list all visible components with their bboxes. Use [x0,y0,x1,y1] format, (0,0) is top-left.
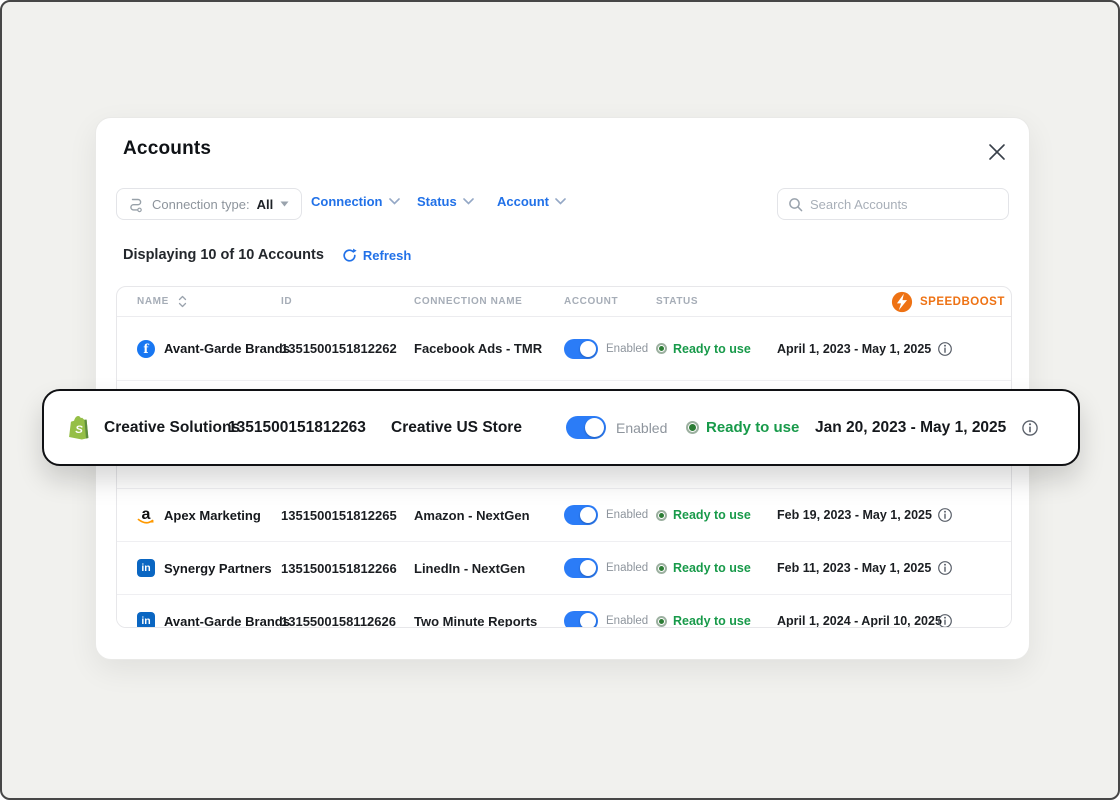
enabled-toggle[interactable] [566,416,606,439]
status-dot-icon [686,421,699,434]
toggle-knob [580,507,596,523]
toggle-knob [580,340,596,357]
toggle-label: Enabled [606,562,649,574]
account-id: 1315500158112626 [281,613,396,628]
table-row[interactable]: a Apex Marketing 1351500151812265 Amazon… [117,489,1011,542]
toggle-label: Enabled [606,615,649,627]
search-input[interactable] [810,196,998,212]
info-icon[interactable] [937,507,953,523]
refresh-icon [343,248,357,262]
caret-down-icon [280,201,289,207]
connection-name: Creative US Store [391,418,522,436]
shopify-icon: S [68,414,93,441]
speedboost-bolt-icon [891,291,913,312]
results-count: Displaying 10 of 10 Accounts [123,247,324,263]
account-id: 1351500151812265 [281,507,397,523]
date-range: April 1, 2023 - May 1, 2025 [777,341,932,356]
status-dot-icon [656,615,667,627]
search-icon [789,197,803,211]
date-range: Feb 19, 2023 - May 1, 2025 [777,508,932,522]
status-text: Ready to use [673,614,751,628]
refresh-button[interactable]: Refresh [342,248,411,263]
status-text: Ready to use [706,419,800,436]
connection-name: Two Minute Reports [414,613,538,628]
sort-icon[interactable] [178,295,187,308]
status-dropdown[interactable]: Status [417,194,474,209]
info-icon[interactable] [937,613,953,628]
toggle-knob [585,418,604,437]
account-name: Apex Marketing [164,507,261,523]
table-row[interactable]: in Avant-Garde Brands 1315500158112626 T… [117,595,1011,628]
linkedin-icon: in [137,559,155,577]
status-dot-icon [656,562,667,574]
chevron-down-icon [388,198,400,205]
account-name: Avant-Garde Brands [164,613,290,628]
status-dot-icon [656,343,667,354]
refresh-label: Refresh [362,247,412,263]
account-id: 1351500151812263 [228,418,366,436]
account-name: Creative Solutions [104,418,241,436]
magnified-row-callout[interactable]: S Creative Solutions 1351500151812263 Cr… [42,389,1080,466]
connection-dropdown[interactable]: Connection [311,194,400,209]
connection-dropdown-label: Connection [311,194,383,209]
date-range: April 1, 2024 - April 10, 2025 [777,614,942,628]
status-text: Ready to use [673,341,751,356]
info-icon[interactable] [937,341,953,357]
connection-type-filter[interactable]: Connection type: All [116,188,303,220]
account-dropdown-label: Account [497,194,549,209]
account-id: 1351500151812262 [281,341,397,356]
header-status: STATUS [656,296,699,307]
toggle-label: Enabled [606,509,649,521]
enabled-toggle[interactable] [564,611,598,627]
connection-type-value: All [256,196,274,212]
enabled-toggle[interactable] [564,558,598,578]
connection-type-icon [129,196,145,213]
account-name: Synergy Partners [164,560,272,576]
enabled-toggle[interactable] [564,505,598,525]
chevron-down-icon [555,198,566,205]
speedboost-logo: SPEEDBOOST [891,291,1005,313]
desktop-background: Accounts Connection type: All Connection… [0,0,1120,800]
speedboost-wordmark: SPEEDBOOST [920,295,1005,308]
results-summary: Displaying 10 of 10 Accounts Refresh [123,247,411,263]
status-dropdown-label: Status [417,194,457,209]
date-range: Feb 11, 2023 - May 1, 2025 [777,561,932,575]
header-id: ID [281,296,293,307]
header-name[interactable]: NAME [117,295,281,308]
account-dropdown[interactable]: Account [497,194,566,209]
enabled-toggle[interactable] [564,338,598,359]
toggle-label: Enabled [616,419,668,436]
table-row[interactable]: in Synergy Partners 1351500151812266 Lin… [117,542,1011,595]
info-icon[interactable] [1021,419,1039,437]
header-account: ACCOUNT [564,296,619,307]
status-text: Ready to use [673,561,751,575]
connection-name: Amazon - NextGen [414,507,530,523]
toggle-knob [580,560,596,576]
connection-type-label: Connection type: [152,196,250,212]
connection-name: Facebook Ads - TMR [414,341,543,356]
table-header-row: NAME ID CONNECTION NAME ACCOUNT STATUS S… [117,287,1011,317]
page-title: Accounts [123,138,212,159]
amazon-icon: a [137,505,155,525]
table-row[interactable]: f Avant-Garde Brands 1351500151812262 Fa… [117,317,1011,381]
close-icon[interactable] [987,142,1007,162]
svg-text:S: S [75,424,83,436]
header-connection-name: CONNECTION NAME [414,296,523,307]
chevron-down-icon [462,198,474,205]
search-box [777,188,1009,220]
facebook-icon: f [137,339,155,358]
date-range: Jan 20, 2023 - May 1, 2025 [815,418,1007,436]
toggle-label: Enabled [606,342,649,355]
status-text: Ready to use [673,508,751,522]
connection-name: LinedIn - NextGen [414,560,526,576]
account-id: 1351500151812266 [281,560,397,576]
status-dot-icon [656,509,667,521]
info-icon[interactable] [937,560,953,576]
account-name: Avant-Garde Brands [164,341,290,356]
linkedin-icon: in [137,612,155,627]
toggle-knob [580,613,596,627]
